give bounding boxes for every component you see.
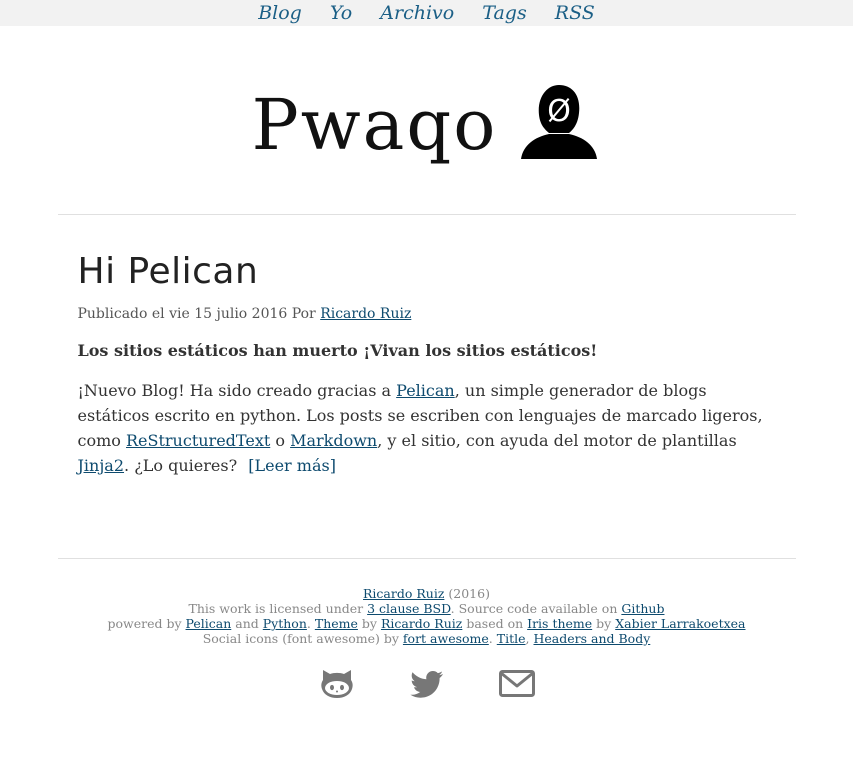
github-icon[interactable] [318,664,356,702]
email-icon[interactable] [498,664,536,702]
restructuredtext-link[interactable]: ReStructuredText [126,431,270,450]
footer-line-powered: powered by Pelican and Python. Theme by … [0,616,853,631]
post-title[interactable]: Hi Pelican [78,251,778,292]
pelican-link[interactable]: Pelican [396,381,455,400]
footer-year: (2016) [448,586,490,601]
post-body-text: . ¿Lo quieres? [124,456,238,475]
post-lead: Los sitios estáticos han muerto ¡Vivan l… [77,341,598,360]
footer-text: and [235,616,259,631]
twitter-icon[interactable] [408,664,446,702]
github-source-link[interactable]: Github [621,601,664,616]
footer-line-copyright: Ricardo Ruiz (2016) [0,586,853,601]
site-header: Pwaqo Ø [0,26,853,214]
headers-body-font-link[interactable]: Headers and Body [534,631,651,646]
post-body: ¡Nuevo Blog! Ha sido creado gracias a Pe… [78,378,778,478]
markdown-link[interactable]: Markdown [290,431,377,450]
license-link[interactable]: 3 clause BSD [367,601,451,616]
footer-line-license: This work is licensed under 3 clause BSD… [0,601,853,616]
post-body-text: , y el sitio, con ayuda del motor de pla… [377,431,737,450]
footer-line-credits: Social icons (font awesome) by fort awes… [0,631,853,646]
post-author-link[interactable]: Ricardo Ruiz [320,306,411,322]
site-title[interactable]: Pwaqo [252,84,498,166]
footer-text: powered by [107,616,182,631]
footer-text: by [361,616,377,631]
top-nav: Blog Yo Archivo Tags RSS [0,0,853,26]
footer-text: based on [466,616,524,631]
fort-awesome-link[interactable]: fort awesome [403,631,489,646]
read-more-link[interactable]: [Leer más] [248,456,336,475]
footer-text: This work is licensed under [188,601,364,616]
post-body-text: ¡Nuevo Blog! Ha sido creado gracias a [77,381,392,400]
footer-text: , [525,631,530,646]
footer-author-link[interactable]: Ricardo Ruiz [363,586,444,601]
logo-glyph: Ø [548,94,572,129]
post-body-text: o [275,431,285,450]
python-link[interactable]: Python [263,616,307,631]
theme-author-link[interactable]: Ricardo Ruiz [381,616,462,631]
title-font-link[interactable]: Title [497,631,526,646]
jinja2-link[interactable]: Jinja2 [78,456,125,475]
iris-author-link[interactable]: Xabier Larrakoetxea [615,616,745,631]
iris-theme-link[interactable]: Iris theme [527,616,592,631]
footer-text: . Source code available on [450,601,618,616]
theme-link[interactable]: Theme [315,616,358,631]
post-meta-prefix: Publicado el vie 15 julio 2016 Por [77,306,316,322]
person-silhouette-icon: Ø [517,79,601,167]
nav-item-tags[interactable]: Tags [482,2,526,24]
nav-item-blog[interactable]: Blog [258,2,302,24]
social-icons [0,664,853,702]
nav-item-archivo[interactable]: Archivo [380,2,454,24]
footer-text: . [306,616,311,631]
post-meta: Publicado el vie 15 julio 2016 Por Ricar… [78,306,778,322]
footer-text: . [488,631,493,646]
post-article: Hi Pelican Publicado el vie 15 julio 201… [76,215,778,478]
footer-text: Social icons (font awesome) by [202,631,399,646]
footer-text: by [596,616,612,631]
nav-item-yo[interactable]: Yo [330,2,352,24]
footer: Ricardo Ruiz (2016) This work is license… [0,559,853,702]
nav-item-rss[interactable]: RSS [555,2,595,24]
pelican-footer-link[interactable]: Pelican [186,616,232,631]
